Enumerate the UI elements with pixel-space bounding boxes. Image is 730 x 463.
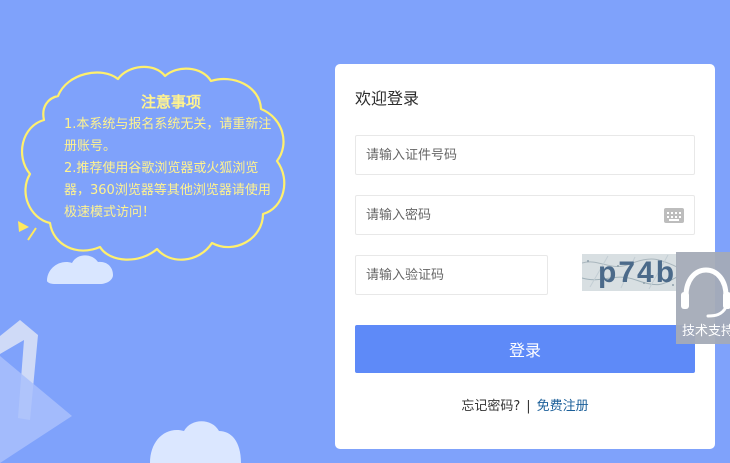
notice-content: 注意事项 1.本系统与报名系统无关，请重新注册账号。 2.推荐使用谷歌浏览器或火… bbox=[64, 91, 278, 224]
notice-title: 注意事项 bbox=[140, 93, 201, 111]
captcha-input[interactable] bbox=[356, 256, 547, 294]
sparkle-line bbox=[27, 227, 37, 241]
id-number-input[interactable] bbox=[356, 136, 694, 174]
login-card: 欢迎登录 请输入证件号码 请输入验证码 p74b 登录 忘记密码? | 免费注册 bbox=[335, 64, 715, 449]
headset-icon bbox=[681, 267, 730, 318]
support-panel[interactable]: 技术支持 bbox=[676, 252, 730, 344]
notice-line-1: 1.本系统与报名系统无关，请重新注册账号。 bbox=[64, 117, 272, 154]
page-background: 注意事项 1.本系统与报名系统无关，请重新注册账号。 2.推荐使用谷歌浏览器或火… bbox=[0, 0, 730, 463]
captcha-text: p74b bbox=[598, 256, 677, 289]
notice-balloon: 注意事项 1.本系统与报名系统无关，请重新注册账号。 2.推荐使用谷歌浏览器或火… bbox=[14, 58, 300, 273]
forgot-password-link[interactable]: 忘记密码? bbox=[461, 399, 520, 414]
link-separator: | bbox=[526, 399, 531, 414]
captcha-image[interactable]: p74b bbox=[581, 254, 678, 291]
keyboard-icon[interactable] bbox=[664, 208, 684, 223]
support-label: 技术支持 bbox=[682, 324, 730, 339]
auth-links: 忘记密码? | 免费注册 bbox=[335, 395, 715, 414]
notice-line-2: 2.推荐使用谷歌浏览器或火狐浏览器，360浏览器等其他浏览器请使用极速模式访问！ bbox=[64, 161, 271, 220]
password-field[interactable] bbox=[355, 195, 695, 235]
password-input[interactable] bbox=[356, 196, 694, 234]
cloud-shape-bottom bbox=[150, 421, 241, 463]
captcha-field[interactable] bbox=[355, 255, 548, 295]
id-number-field[interactable] bbox=[355, 135, 695, 175]
register-link[interactable]: 免费注册 bbox=[537, 399, 589, 414]
floor-shape bbox=[0, 356, 72, 463]
login-button[interactable]: 登录 bbox=[355, 325, 695, 373]
login-title: 欢迎登录 bbox=[355, 89, 420, 108]
sparkle-left bbox=[18, 221, 29, 232]
